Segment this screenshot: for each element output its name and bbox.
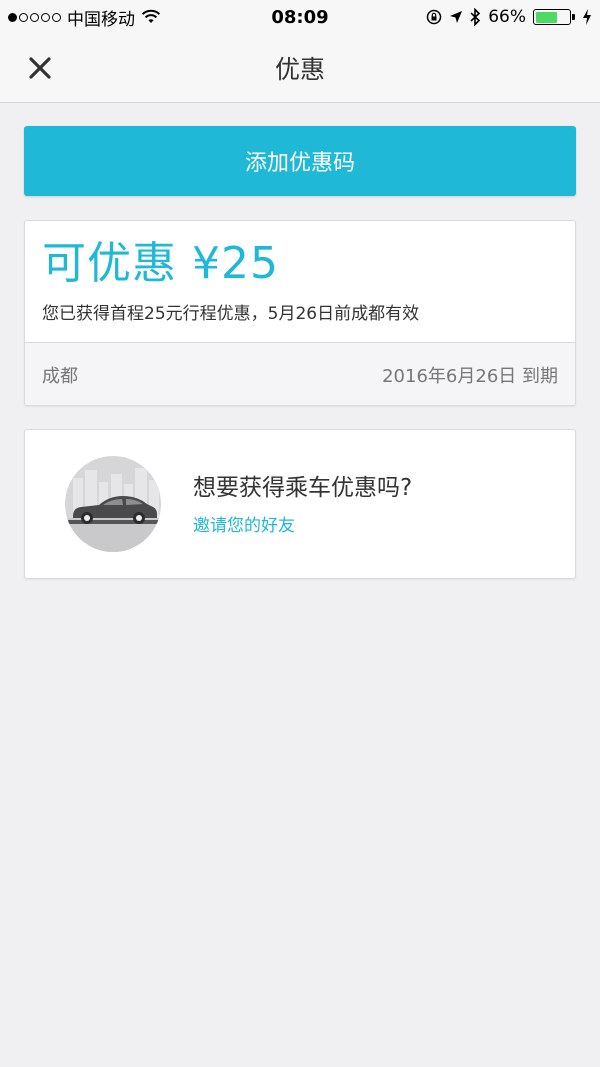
battery-icon <box>533 9 575 25</box>
promo-description: 您已获得首程25元行程优惠，5月26日前成都有效 <box>42 304 420 324</box>
wifi-icon <box>141 9 161 23</box>
close-icon <box>29 57 51 79</box>
nav-bar: 优惠 <box>0 34 600 103</box>
invite-friends-card[interactable]: 想要获得乘车优惠吗? 邀请您的好友 <box>24 429 576 579</box>
page-title: 优惠 <box>274 55 325 84</box>
promo-card: 可优惠 ¥25 您已获得首程25元行程优惠，5月26日前成都有效 成都 2016… <box>24 220 576 406</box>
status-left: 中国移动 <box>8 5 238 30</box>
car-illustration-icon <box>65 456 161 552</box>
location-arrow-icon <box>450 11 463 23</box>
status-right: 66% <box>426 7 592 27</box>
orientation-lock-icon <box>426 9 442 25</box>
promo-expiry: 2016年6月26日 到期 <box>382 366 558 387</box>
status-bar: 中国移动 08:09 66% <box>0 0 600 34</box>
close-button[interactable] <box>22 50 58 86</box>
invite-title: 想要获得乘车优惠吗? <box>193 475 413 501</box>
signal-dots-icon <box>8 12 61 22</box>
promo-city: 成都 <box>42 366 78 387</box>
promo-amount: 可优惠 ¥25 <box>42 238 279 289</box>
bluetooth-icon <box>470 8 481 26</box>
invite-friends-link[interactable]: 邀请您的好友 <box>193 511 412 536</box>
battery-percent: 66% <box>488 7 526 27</box>
promo-footer: 成都 2016年6月26日 到期 <box>25 342 575 405</box>
add-promo-code-button[interactable]: 添加优惠码 <box>24 126 576 196</box>
add-promo-code-label: 添加优惠码 <box>244 151 355 176</box>
invite-text: 想要获得乘车优惠吗? 邀请您的好友 <box>193 468 412 536</box>
charging-bolt-icon <box>583 9 591 25</box>
promo-details: 可优惠 ¥25 您已获得首程25元行程优惠，5月26日前成都有效 <box>25 221 575 342</box>
carrier-label: 中国移动 <box>67 9 135 30</box>
